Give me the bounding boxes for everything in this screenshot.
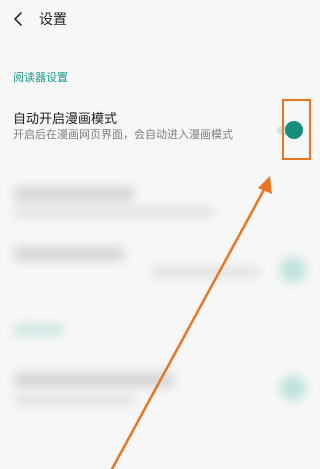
blurred-text	[14, 395, 134, 405]
blurred-text	[14, 207, 214, 217]
blurred-text	[14, 247, 124, 261]
blurred-text	[14, 187, 134, 201]
blurred-settings-area	[0, 175, 320, 469]
blurred-text	[150, 267, 260, 277]
top-bar: 设置	[0, 0, 320, 40]
chevron-left-icon[interactable]	[10, 10, 28, 28]
blurred-toggle	[280, 257, 306, 283]
section-header: 阅读器设置	[13, 71, 68, 84]
page-title: 设置	[39, 12, 67, 28]
annotation-highlight-box	[282, 99, 311, 160]
blurred-toggle	[280, 375, 306, 401]
setting-title: 自动开启漫画模式	[13, 112, 118, 127]
blurred-text	[14, 325, 64, 335]
setting-description: 开启后在漫画网页界面，会自动进入漫画模式	[13, 128, 233, 141]
blurred-text	[14, 373, 174, 387]
